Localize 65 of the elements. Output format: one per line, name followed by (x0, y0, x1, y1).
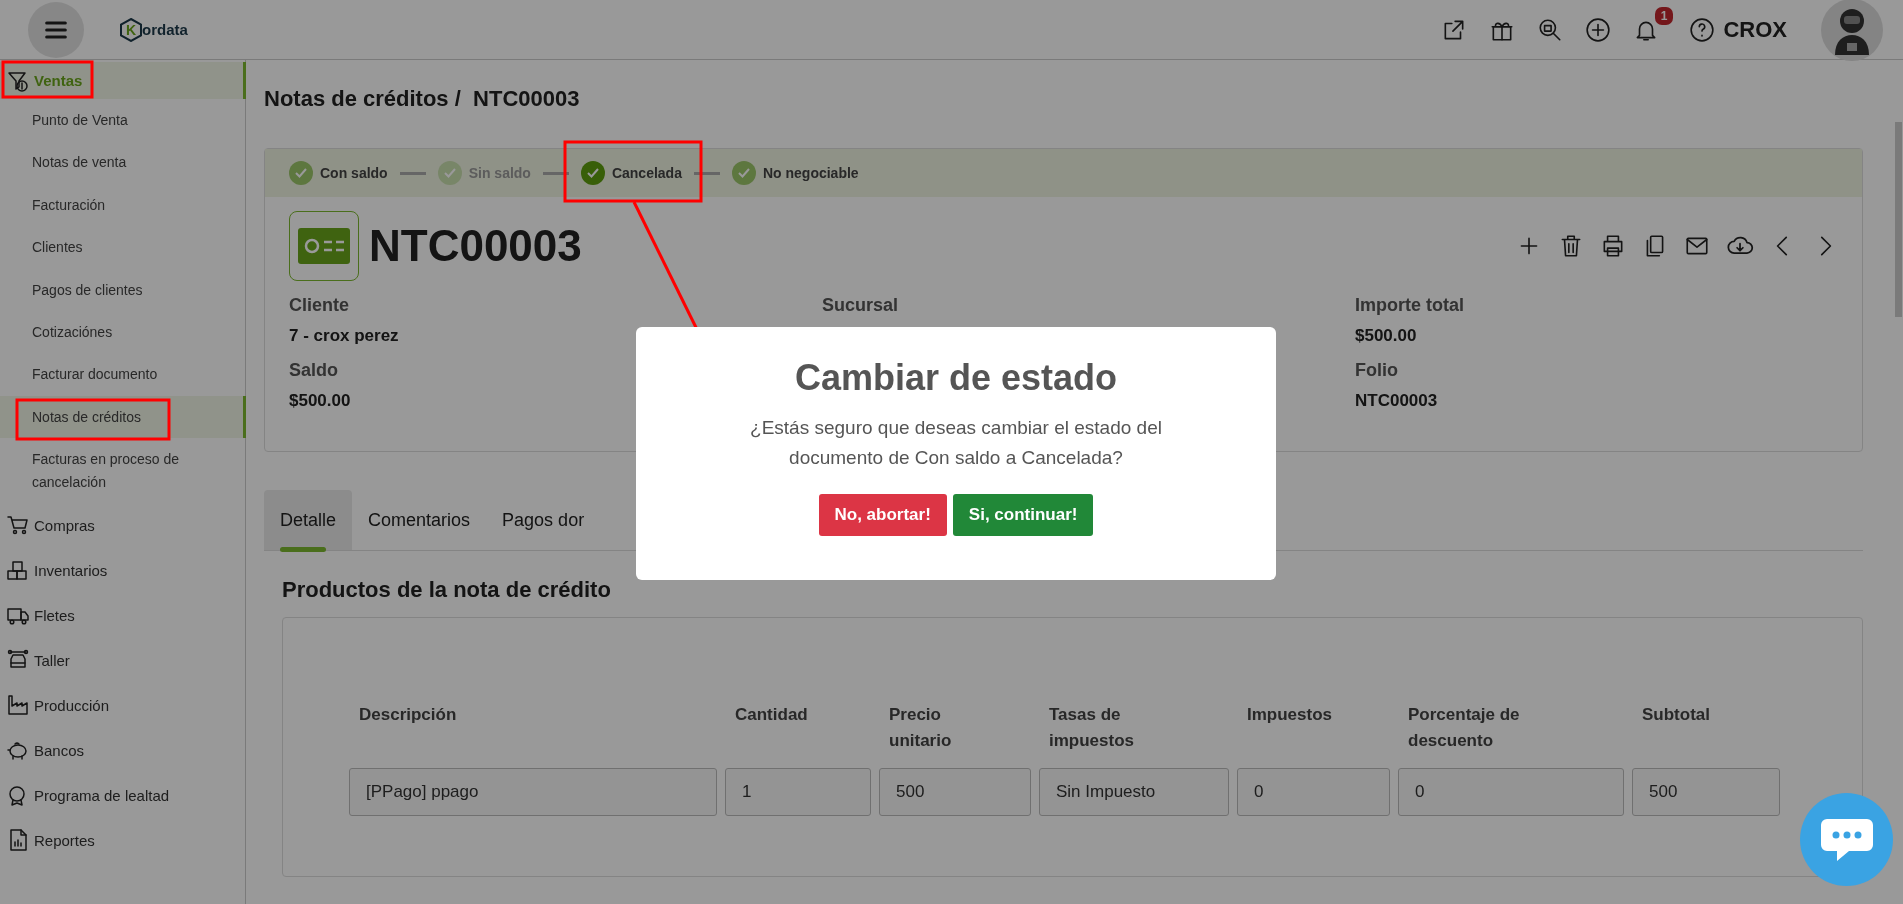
sidebar-item[interactable]: Bancos (0, 727, 246, 773)
boxes-icon (6, 558, 30, 583)
field-value: NTC00003 (1355, 391, 1439, 411)
sidebar-subitem[interactable]: Facturar documento (0, 353, 246, 396)
sidebar-subitem[interactable]: Facturación (0, 183, 246, 227)
sidebar-item[interactable]: Fletes (0, 592, 246, 638)
column-header: Descripción (358, 704, 458, 726)
column-header: Tasas de impuestos (1048, 704, 1136, 753)
input-field[interactable]: 1 (725, 768, 871, 816)
section-title: Productos de la nota de crédito (282, 577, 612, 603)
field-label: Sucursal (822, 295, 900, 316)
check-circle-icon (289, 161, 313, 185)
check-circle-icon (731, 161, 756, 185)
input-field[interactable]: 500 (1632, 768, 1780, 816)
sidebar-item[interactable]: Reportes (0, 817, 246, 863)
tab[interactable]: Comentarios (352, 490, 487, 550)
status-step[interactable]: No negociable (731, 161, 859, 185)
sidebar-subitem[interactable]: Notas de venta (0, 141, 246, 184)
status-step[interactable]: Cancelada (580, 161, 682, 185)
input-field[interactable]: 500 (879, 768, 1031, 816)
sidebar-subitem[interactable]: Punto de Venta (0, 99, 246, 142)
breadcrumb: Notas de créditos / NTC00003 (264, 86, 581, 112)
sidebar-subitem[interactable]: Pagos de clientes (0, 268, 246, 311)
column-header: Subtotal (1641, 704, 1711, 726)
sidebar-subitem[interactable]: Clientes (0, 226, 246, 269)
input-field[interactable]: 0 (1237, 768, 1390, 816)
scrollbar[interactable] (1895, 122, 1902, 317)
field-value: $500.00 (289, 391, 352, 411)
user-name[interactable]: CROX (1723, 16, 1787, 43)
help-icon[interactable] (1689, 16, 1716, 43)
column-header: Precio unitario (888, 704, 953, 753)
document-number: NTC00003 (369, 221, 582, 271)
check-circle-icon (580, 161, 605, 185)
input-field[interactable]: Sin Impuesto (1039, 768, 1229, 816)
field-label: Importe total (1355, 295, 1465, 316)
factory-icon (6, 693, 30, 718)
sidebar-item[interactable]: Taller (0, 637, 246, 683)
field-value: 7 - crox perez (289, 326, 400, 346)
dialog-title: Cambiar de estado (793, 357, 1119, 399)
input-field[interactable]: 0 (1398, 768, 1624, 816)
tab[interactable]: Detalle (264, 490, 353, 550)
sidebar-item[interactable]: Compras (0, 502, 246, 548)
status-step[interactable]: Con saldo (289, 161, 388, 185)
field-label: Folio (1355, 360, 1399, 381)
dialog-message: ¿Estás seguro que deseas cambiar el estado del documento de Con saldo a Cancelada? (749, 416, 1163, 471)
tab[interactable]: Pagos dor (486, 490, 601, 550)
column-header: Impuestos (1246, 704, 1334, 726)
sidebar-subitem[interactable]: Notas de créditos (0, 395, 246, 439)
notification-badge: 1 (1654, 6, 1674, 25)
field-label: Cliente (289, 295, 350, 316)
brand-logo: K ordata (120, 17, 188, 42)
plus-circle-icon[interactable] (1585, 16, 1612, 43)
sidebar-subitem[interactable]: Facturas en proceso de cancelación (0, 438, 246, 503)
column-header: Porcentaje de descuento (1407, 704, 1521, 753)
sidebar-item[interactable]: Producción (0, 682, 246, 728)
column-header: Cantidad (734, 704, 809, 726)
sidebar-subitem[interactable]: Cotizaciónes (0, 310, 246, 354)
sidebar-item[interactable]: Inventarios (0, 547, 246, 593)
sidebar-item[interactable]: Programa de lealtad (0, 772, 246, 818)
confirm-button[interactable]: Si, continuar! (952, 493, 1094, 536)
money-card-icon (289, 211, 359, 281)
check-circle-icon (437, 161, 462, 185)
cancel-button[interactable]: No, abortar! (818, 493, 947, 536)
input-field[interactable]: [PPago] ppago (349, 768, 717, 816)
field-value: $500.00 (1355, 326, 1418, 346)
